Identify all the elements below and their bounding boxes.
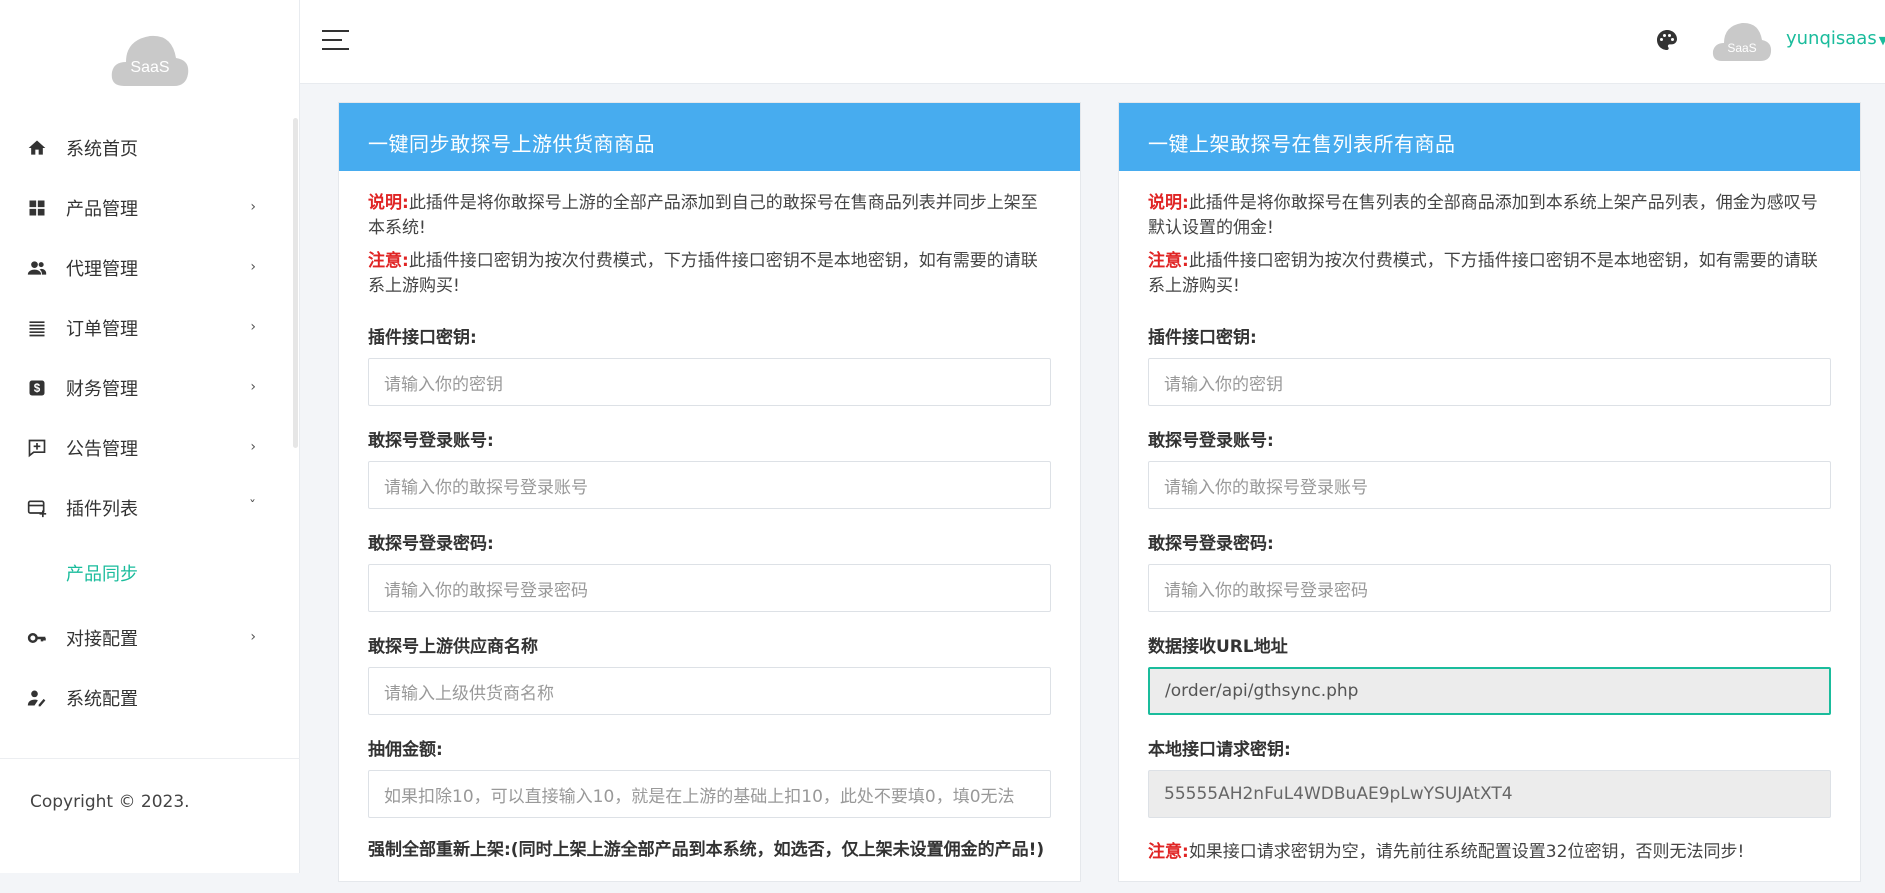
sidebar-item-label: 财务管理: [66, 379, 138, 400]
callback-url-input[interactable]: /order/api/gthsync.php: [1148, 667, 1831, 715]
field-label: 插件接口密钥:: [1148, 328, 1257, 348]
account-input[interactable]: 请输入你的敢探号登录账号: [1148, 461, 1831, 509]
password-input[interactable]: 请输入你的敢探号登录密码: [1148, 564, 1831, 612]
sidebar: SaaS 系统首页 产品管理 › 代理管理 › 订单管理 › $ 财务管理 ›: [0, 0, 300, 873]
sidebar-nav: 系统首页 产品管理 › 代理管理 › 订单管理 › $ 财务管理 › 公告管理 …: [0, 118, 292, 728]
sidebar-subitem-product-sync[interactable]: 产品同步: [0, 538, 292, 608]
sidebar-item-plugins[interactable]: 插件列表 ˇ: [0, 478, 292, 538]
account-input[interactable]: 请输入你的敢探号登录账号: [368, 461, 1051, 509]
sidebar-item-finance[interactable]: $ 财务管理 ›: [0, 358, 292, 418]
chevron-down-icon: ˇ: [249, 499, 256, 515]
sidebar-item-products[interactable]: 产品管理 ›: [0, 178, 292, 238]
password-input[interactable]: 请输入你的敢探号登录密码: [368, 564, 1051, 612]
sidebar-item-integration[interactable]: 对接配置 ›: [0, 608, 292, 668]
supplier-name-input[interactable]: 请输入上级供货商名称: [368, 667, 1051, 715]
field-label: 敢探号登录账号:: [368, 431, 494, 451]
sidebar-scrollbar[interactable]: [293, 118, 298, 448]
key-icon: [26, 627, 48, 649]
field-label: 敢探号登录账号:: [1148, 431, 1274, 451]
copyright: Copyright © 2023.: [30, 792, 190, 812]
sidebar-item-label: 公告管理: [66, 439, 138, 460]
divider: [0, 758, 300, 759]
field-label: 敢探号上游供应商名称: [368, 637, 538, 657]
sidebar-item-home[interactable]: 系统首页: [0, 118, 292, 178]
announcement-icon: [26, 437, 48, 459]
user-settings-icon: [26, 687, 48, 709]
field-label: 插件接口密钥:: [368, 328, 477, 348]
topbar: SaaS yunqisaas ▼: [300, 0, 1885, 84]
commission-input[interactable]: 如果扣除10，可以直接输入10，就是在上游的基础上扣10，此处不要填0，填0无法: [368, 770, 1051, 818]
username: yunqisaas: [1786, 28, 1877, 49]
palette-icon[interactable]: [1655, 28, 1679, 52]
card-title: 一键上架敢探号在售列表所有商品: [1119, 103, 1860, 171]
avatar[interactable]: SaaS: [1712, 18, 1772, 62]
svg-text:SaaS: SaaS: [130, 59, 169, 76]
sidebar-item-agents[interactable]: 代理管理 ›: [0, 238, 292, 298]
note-bottom-warning: 注意:如果接口请求密钥为空，请先前往系统配置设置32位密钥，否则无法同步!: [1148, 842, 1745, 862]
chevron-right-icon: ›: [250, 319, 256, 335]
chevron-right-icon: ›: [250, 259, 256, 275]
sidebar-item-label: 产品管理: [66, 199, 138, 220]
sidebar-item-label: 系统配置: [66, 689, 138, 710]
field-label: 数据接收URL地址: [1148, 637, 1288, 657]
chevron-right-icon: ›: [250, 629, 256, 645]
plugin-key-input[interactable]: 请输入你的密钥: [368, 358, 1051, 406]
list-on-sale-card: 一键上架敢探号在售列表所有商品 说明:此插件是将你敢探号在售列表的全部商品添加到…: [1118, 102, 1861, 882]
svg-text:$: $: [34, 382, 41, 395]
sidebar-item-label: 对接配置: [66, 629, 138, 650]
field-label: 抽佣金额:: [368, 740, 443, 760]
list-icon: [26, 317, 48, 339]
sidebar-item-announcements[interactable]: 公告管理 ›: [0, 418, 292, 478]
sidebar-item-label: 系统首页: [66, 139, 138, 160]
note-description: 说明:此插件是将你敢探号在售列表的全部商品添加到本系统上架产品列表，佣金为感叹号…: [1148, 193, 1818, 238]
note-warning: 注意:此插件接口密钥为按次付费模式，下方插件接口密钥不是本地密钥，如有需要的请联…: [368, 251, 1038, 296]
sidebar-item-label: 订单管理: [66, 319, 138, 340]
dollar-icon: $: [26, 377, 48, 399]
cloud-logo-icon: SaaS: [111, 35, 189, 86]
field-label: 敢探号登录密码:: [368, 534, 494, 554]
sidebar-item-orders[interactable]: 订单管理 ›: [0, 298, 292, 358]
svg-text:SaaS: SaaS: [1727, 41, 1756, 55]
field-label: 敢探号登录密码:: [1148, 534, 1274, 554]
people-icon: [26, 257, 48, 279]
menu-toggle-icon[interactable]: [322, 30, 349, 52]
grid-icon: [26, 197, 48, 219]
field-label: 本地接口请求密钥:: [1148, 740, 1291, 760]
force-relist-label: 强制全部重新上架:(同时上架上游全部产品到本系统，如选否，仅上架未设置佣金的产品…: [368, 840, 1045, 860]
sidebar-item-settings[interactable]: 系统配置: [0, 668, 292, 728]
chevron-right-icon: ›: [250, 379, 256, 395]
note-warning: 注意:此插件接口密钥为按次付费模式，下方插件接口密钥不是本地密钥，如有需要的请联…: [1148, 251, 1818, 296]
user-menu[interactable]: yunqisaas ▼: [1786, 28, 1885, 49]
plugin-key-input[interactable]: 请输入你的密钥: [1148, 358, 1831, 406]
note-description: 说明:此插件是将你敢探号上游的全部产品添加到自己的敢探号在售商品列表并同步上架至…: [368, 193, 1038, 238]
logo[interactable]: SaaS: [110, 28, 190, 88]
local-api-key-input[interactable]: 55555AH2nFuL4WDBuAE9pLwYSUJAtXT4: [1148, 770, 1831, 818]
sidebar-item-label: 插件列表: [66, 499, 138, 520]
caret-down-icon: ▼: [1878, 34, 1885, 47]
sync-upstream-card: 一键同步敢探号上游供货商商品 说明:此插件是将你敢探号上游的全部产品添加到自己的…: [338, 102, 1081, 882]
chevron-right-icon: ›: [250, 199, 256, 215]
card-title: 一键同步敢探号上游供货商商品: [339, 103, 1080, 171]
home-icon: [26, 137, 48, 159]
card-icon: [26, 497, 48, 519]
chevron-right-icon: ›: [250, 439, 256, 455]
sidebar-item-label: 代理管理: [66, 259, 138, 280]
